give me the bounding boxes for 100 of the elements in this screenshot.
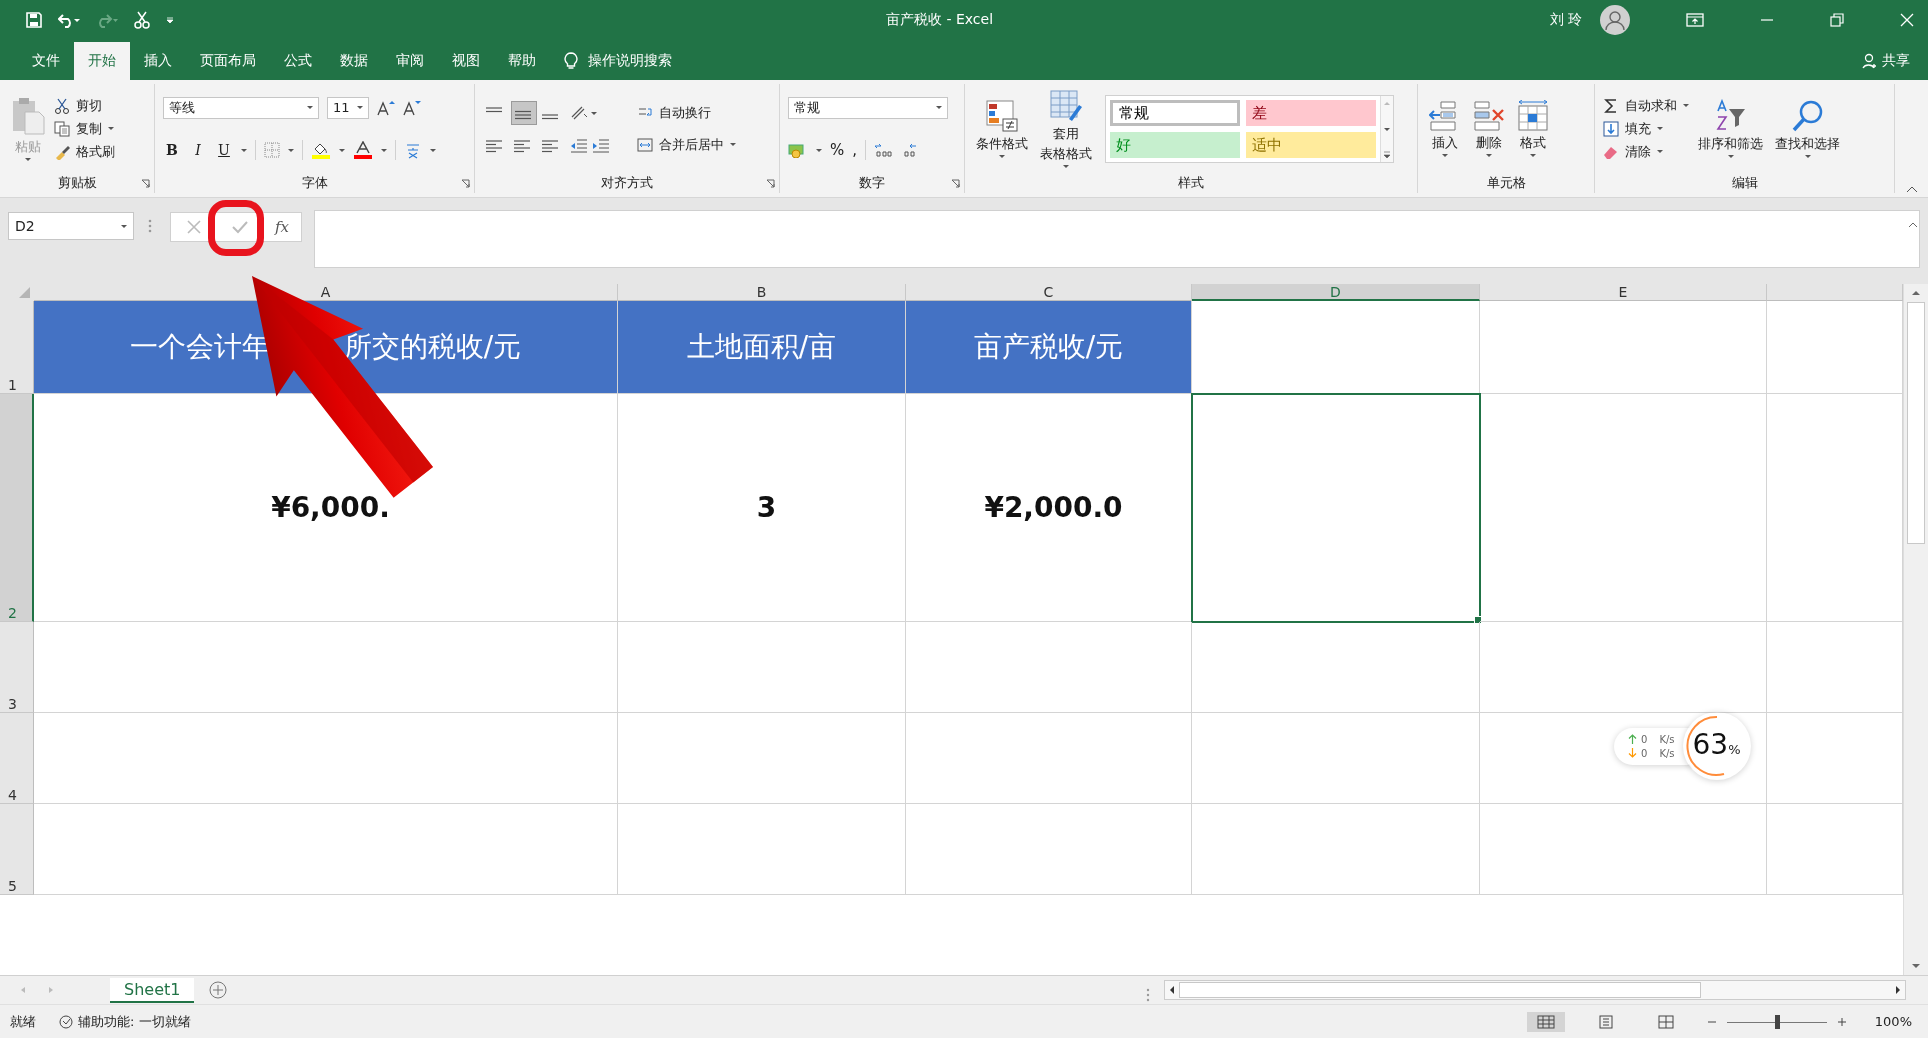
- middle-align-icon[interactable]: [511, 100, 537, 125]
- table-cell[interactable]: 亩产税收/元: [906, 301, 1192, 394]
- restore-icon[interactable]: [1830, 13, 1844, 27]
- italic-button[interactable]: I: [189, 142, 207, 159]
- avatar-icon[interactable]: [1600, 5, 1630, 35]
- toolbar-button[interactable]: 填充: [1603, 119, 1689, 138]
- caret-icon[interactable]: [430, 148, 436, 152]
- percent-button[interactable]: %: [830, 141, 845, 160]
- add-sheet-icon[interactable]: [208, 980, 229, 1000]
- caret-icon[interactable]: [25, 158, 31, 161]
- search-field[interactable]: 操作说明搜索: [564, 42, 672, 80]
- dialog-launcher-icon[interactable]: [766, 178, 775, 188]
- caret-icon[interactable]: [381, 148, 387, 152]
- cell-style-swatch[interactable]: 差: [1246, 99, 1376, 126]
- toolbar-button[interactable]: 格式刷: [54, 142, 115, 161]
- table-cell[interactable]: ¥2,000.0: [906, 394, 1192, 622]
- close-icon[interactable]: [1900, 13, 1914, 27]
- caret-icon[interactable]: [241, 148, 247, 152]
- caret-icon[interactable]: [1804, 155, 1811, 158]
- comma-button[interactable]: ,: [852, 141, 858, 160]
- split-handle-icon[interactable]: [1146, 987, 1150, 1002]
- normal-view-icon[interactable]: [1526, 1011, 1565, 1032]
- scrollbar-thumb[interactable]: [1907, 302, 1925, 544]
- zoom-level[interactable]: 100%: [1874, 1014, 1918, 1029]
- dialog-launcher-icon[interactable]: [141, 178, 150, 188]
- ribbon-tab[interactable]: 页面布局: [186, 42, 270, 80]
- toolbar-button[interactable]: 格式: [1514, 98, 1552, 159]
- vertical-scrollbar[interactable]: [1903, 284, 1928, 975]
- conditional-formatting-button[interactable]: 条件格式: [973, 97, 1031, 160]
- row-header[interactable]: 3: [0, 622, 34, 713]
- share-button[interactable]: 共享: [1862, 42, 1928, 80]
- table-cell[interactable]: [1192, 622, 1480, 713]
- font-color-icon[interactable]: [353, 141, 373, 160]
- caret-icon[interactable]: [1530, 154, 1536, 157]
- caret-icon[interactable]: [816, 148, 822, 152]
- table-cell[interactable]: [34, 804, 618, 895]
- caret-icon[interactable]: [121, 224, 127, 228]
- table-cell[interactable]: [906, 713, 1192, 804]
- dialog-launcher-icon[interactable]: [951, 178, 960, 188]
- ribbon-display-icon[interactable]: [1686, 13, 1704, 27]
- table-cell[interactable]: [906, 804, 1192, 895]
- cell-style-swatch[interactable]: 常规: [1110, 99, 1240, 126]
- dialog-launcher-icon[interactable]: [461, 178, 470, 188]
- caret-icon[interactable]: [1657, 127, 1663, 130]
- column-header[interactable]: C: [906, 284, 1192, 301]
- table-cell[interactable]: [1480, 622, 1767, 713]
- cell-style-swatch[interactable]: 适中: [1246, 131, 1376, 158]
- caret-icon[interactable]: [288, 148, 294, 152]
- toolbar-button[interactable]: 复制: [54, 119, 115, 138]
- table-cell[interactable]: [1480, 804, 1767, 895]
- table-cell[interactable]: [906, 622, 1192, 713]
- table-cell[interactable]: [34, 622, 618, 713]
- ribbon-tab[interactable]: 审阅: [382, 42, 438, 80]
- table-cell[interactable]: [618, 713, 906, 804]
- row-header[interactable]: 4: [0, 713, 34, 804]
- name-box[interactable]: D2: [8, 212, 134, 240]
- scrollbar-thumb[interactable]: [1179, 982, 1701, 998]
- insert-function-button[interactable]: fx: [263, 218, 301, 236]
- table-cell[interactable]: [1480, 301, 1767, 394]
- increase-font-icon[interactable]: [377, 99, 395, 116]
- toolbar-button[interactable]: 删除: [1470, 98, 1508, 159]
- row-header[interactable]: 2: [0, 394, 34, 622]
- row-header[interactable]: 1: [0, 301, 34, 394]
- caret-icon[interactable]: [1727, 155, 1734, 158]
- caret-icon[interactable]: [339, 148, 345, 152]
- caret-icon[interactable]: [108, 127, 114, 130]
- ribbon-tab[interactable]: 帮助: [494, 42, 550, 80]
- customize-icon[interactable]: [166, 16, 174, 24]
- drag-handle-icon[interactable]: [148, 219, 152, 233]
- table-cell[interactable]: 土地面积/亩: [618, 301, 906, 394]
- ribbon-tab[interactable]: 开始: [74, 42, 130, 80]
- ribbon-tab[interactable]: 数据: [326, 42, 382, 80]
- row-header[interactable]: 5: [0, 804, 34, 895]
- caret-icon[interactable]: [1486, 154, 1492, 157]
- font-name-field[interactable]: 等线: [163, 96, 319, 119]
- table-cell[interactable]: [34, 713, 618, 804]
- scissors-icon[interactable]: [134, 11, 150, 29]
- column-header[interactable]: A: [34, 284, 618, 301]
- ribbon-tab[interactable]: 文件: [18, 42, 74, 80]
- decrease-font-icon[interactable]: [403, 99, 421, 116]
- formula-input[interactable]: [314, 210, 1920, 268]
- column-header[interactable]: D: [1192, 284, 1480, 301]
- sort-filter-button[interactable]: 排序和筛选: [1695, 97, 1766, 160]
- caret-icon[interactable]: [307, 106, 313, 110]
- format-as-table-button[interactable]: 套用 表格格式: [1037, 87, 1095, 170]
- toolbar-button[interactable]: 清除: [1603, 142, 1689, 161]
- caret-icon[interactable]: [999, 155, 1005, 158]
- caret-icon[interactable]: [1657, 150, 1663, 153]
- find-select-button[interactable]: 查找和选择: [1772, 97, 1843, 160]
- table-cell[interactable]: [1192, 394, 1480, 622]
- table-cell[interactable]: [618, 622, 906, 713]
- save-icon[interactable]: [26, 12, 42, 28]
- caret-icon[interactable]: [1683, 104, 1689, 107]
- column-header[interactable]: B: [618, 284, 906, 301]
- fill-handle[interactable]: [1474, 616, 1482, 624]
- wrap-text-button[interactable]: 自动换行: [637, 103, 736, 122]
- ribbon-tab[interactable]: 公式: [270, 42, 326, 80]
- column-header[interactable]: E: [1480, 284, 1767, 301]
- table-cell[interactable]: 3: [618, 394, 906, 622]
- expand-icon[interactable]: [1908, 222, 1918, 228]
